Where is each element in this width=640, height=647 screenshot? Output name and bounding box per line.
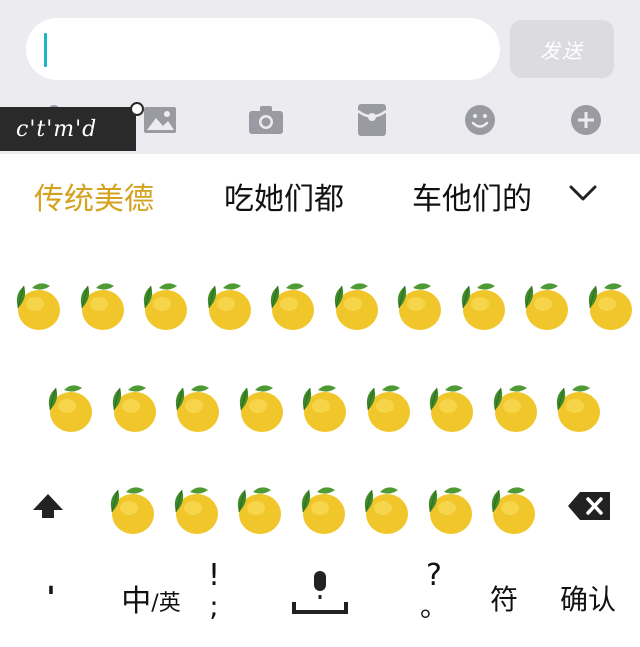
lemon-key[interactable]	[582, 278, 634, 334]
emoji-icon[interactable]	[460, 100, 500, 140]
question-top-label: ?	[426, 558, 442, 593]
chevron-down-icon[interactable]	[566, 176, 600, 210]
lemon-key[interactable]	[328, 278, 380, 334]
lemon-key[interactable]	[137, 278, 189, 334]
watermark-dot	[130, 102, 144, 116]
confirm-key[interactable]: 确认	[556, 576, 620, 620]
input-bar: 发送	[0, 0, 640, 96]
lemon-key[interactable]	[10, 278, 62, 334]
lemon-key[interactable]	[106, 380, 158, 436]
backspace-key[interactable]	[566, 488, 614, 524]
candidate-2[interactable]: 吃她们都	[224, 174, 344, 218]
space-voice-key[interactable]	[290, 568, 350, 616]
lemon-key[interactable]	[391, 278, 443, 334]
lemon-key[interactable]	[423, 380, 475, 436]
candidate-bar: 传统美德 吃她们都 车他们的	[0, 154, 640, 234]
lemon-key[interactable]	[455, 278, 507, 334]
lemon-key[interactable]	[168, 482, 220, 538]
lemon-key[interactable]	[518, 278, 570, 334]
question-bottom-label: 。	[420, 590, 449, 623]
candidate-1[interactable]: 传统美德	[34, 174, 154, 218]
lemon-key[interactable]	[233, 380, 285, 436]
lemon-key[interactable]	[550, 380, 602, 436]
punct-bottom-label: ;	[209, 590, 219, 623]
lemon-key[interactable]	[104, 482, 156, 538]
question-key[interactable]: ? 。	[420, 558, 448, 624]
lemon-key[interactable]	[264, 278, 316, 334]
plus-icon[interactable]	[566, 100, 606, 140]
lemon-key[interactable]	[231, 482, 283, 538]
shift-key[interactable]	[30, 490, 66, 522]
lemon-key[interactable]	[487, 380, 539, 436]
lemon-key[interactable]	[74, 278, 126, 334]
lemon-key[interactable]	[358, 482, 410, 538]
language-toggle-key[interactable]: 中/英	[116, 576, 186, 620]
image-icon[interactable]	[140, 100, 180, 140]
comma-key[interactable]: '	[36, 580, 66, 616]
lemon-key[interactable]	[201, 278, 253, 334]
lemon-key[interactable]	[42, 380, 94, 436]
lemon-key[interactable]	[296, 380, 348, 436]
lang-main-label: 中	[121, 584, 152, 619]
candidate-3[interactable]: 车他们的	[412, 174, 542, 218]
mic-icon	[292, 571, 348, 614]
punct-top-label: !	[207, 558, 221, 593]
lemon-key[interactable]	[485, 482, 537, 538]
camera-icon[interactable]	[246, 100, 286, 140]
lang-sub-label: /英	[151, 591, 181, 616]
symbol-key[interactable]: 符	[484, 576, 524, 620]
lemon-key[interactable]	[295, 482, 347, 538]
send-button[interactable]: 发送	[510, 20, 614, 78]
red-packet-icon[interactable]	[352, 100, 392, 140]
lemon-key[interactable]	[422, 482, 474, 538]
text-caret	[44, 33, 47, 67]
lemon-key[interactable]	[360, 380, 412, 436]
message-input[interactable]	[26, 18, 500, 80]
watermark-label: c't'm'd	[0, 107, 136, 151]
punctuation-key[interactable]: ! ;	[200, 558, 228, 624]
lemon-key[interactable]	[169, 380, 221, 436]
